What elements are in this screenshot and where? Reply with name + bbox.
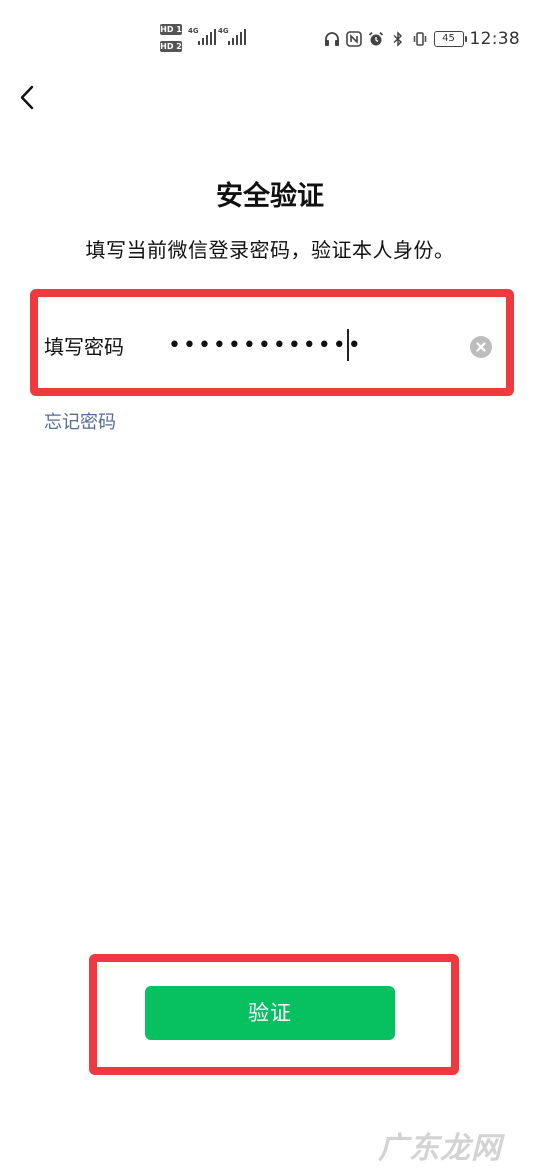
clear-circle-icon[interactable]: [470, 336, 492, 358]
sim1-signal-icon: [198, 29, 216, 45]
nfc-icon: [345, 31, 362, 47]
forgot-password-link[interactable]: 忘记密码: [44, 408, 116, 434]
bluetooth-icon: [390, 31, 406, 47]
sim1-tag: HD 1: [160, 24, 182, 35]
verify-button[interactable]: 验证: [145, 986, 395, 1040]
battery-indicator: 45: [433, 31, 467, 47]
chevron-left-icon: [20, 85, 34, 110]
page-title: 安全验证: [216, 181, 324, 212]
vibrate-icon: [412, 31, 428, 47]
page-subtitle: 填写当前微信登录密码，验证本人身份。: [85, 238, 455, 262]
sim2-tag: HD 2: [160, 41, 182, 52]
password-label: 填写密码: [44, 335, 124, 359]
back-button[interactable]: [14, 80, 44, 116]
status-bar: HD 1 HD 2 4G 4G 45 12:38: [0, 0, 540, 80]
text-caret: [347, 329, 349, 361]
clock: 12:38: [469, 29, 520, 49]
headphones-icon: [324, 31, 340, 47]
watermark: 广东龙网: [378, 1131, 502, 1166]
password-input[interactable]: [168, 329, 398, 361]
password-row: 填写密码: [38, 305, 506, 385]
alarm-icon: [368, 31, 384, 47]
status-right-group: 45 12:38: [324, 28, 521, 50]
sim2-signal-icon: [228, 29, 246, 45]
